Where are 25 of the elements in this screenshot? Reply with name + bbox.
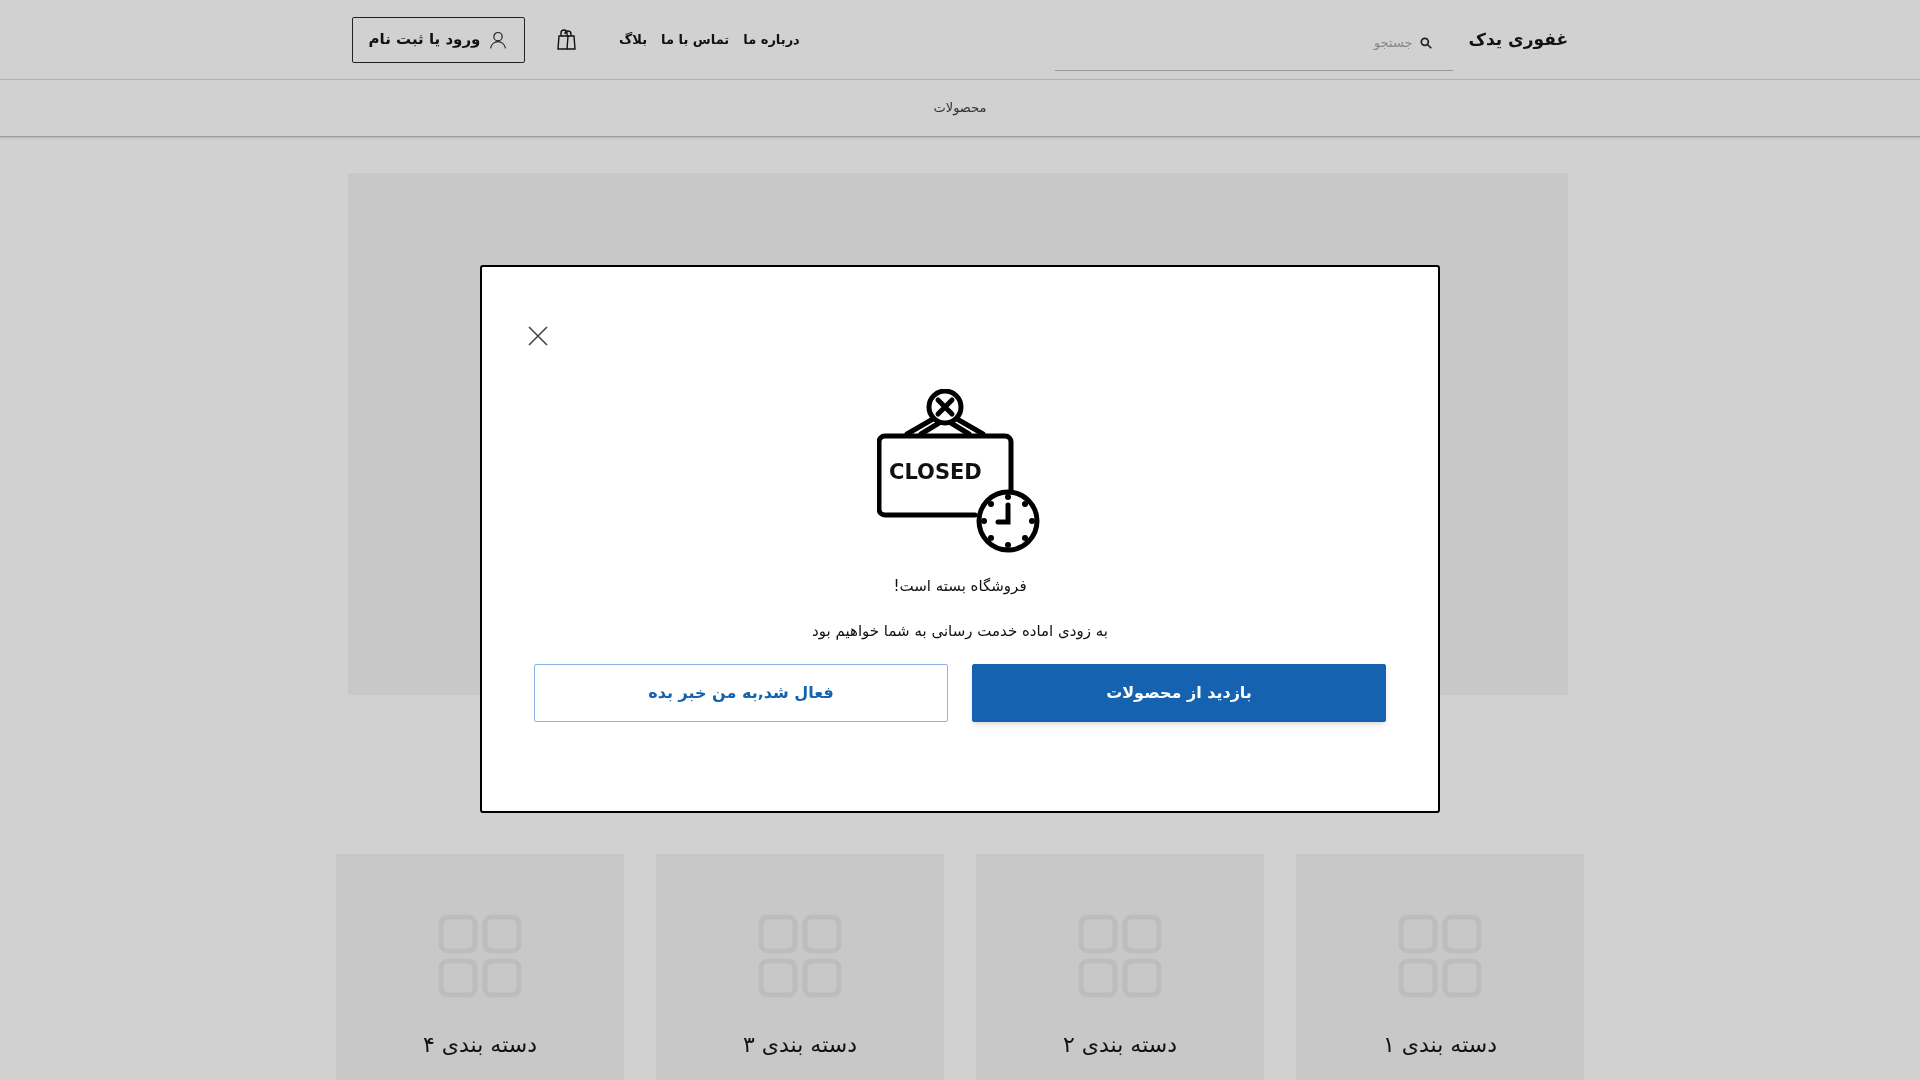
- category-label: دسته بندی ۳: [743, 1031, 857, 1059]
- user-icon: [488, 29, 509, 50]
- search-field[interactable]: جستجو: [1054, 24, 1453, 71]
- store-logo[interactable]: غفوری یدک: [1468, 26, 1568, 53]
- search-icon: [1418, 35, 1433, 50]
- dialog-title: فروشگاه بسته است!: [893, 576, 1027, 597]
- nav-link[interactable]: تماس با ما: [661, 29, 730, 50]
- category-label: دسته بندی ۲: [1063, 1031, 1177, 1059]
- close-icon: [527, 325, 549, 347]
- primary-button[interactable]: بازدید از محصولات: [972, 664, 1386, 722]
- close-button[interactable]: [526, 324, 550, 348]
- nav-link[interactable]: درباره ما: [743, 29, 800, 50]
- category-card[interactable]: دسته بندی ۱: [1296, 854, 1584, 1080]
- category-label: دسته بندی ۴: [423, 1031, 537, 1059]
- dialog-message: به زودی اماده خدمت رسانی به شما خواهیم بود: [812, 620, 1108, 642]
- sign-text: CLOSED: [889, 462, 982, 483]
- notify-button[interactable]: فعال شد,به من خبر بده: [534, 664, 948, 722]
- nav-link[interactable]: بلاگ: [619, 29, 648, 50]
- category-label: دسته بندی ۱: [1383, 1031, 1497, 1059]
- shopping-bag-icon[interactable]: [555, 27, 579, 52]
- category-card[interactable]: دسته بندی ۴: [336, 854, 624, 1080]
- category-card[interactable]: دسته بندی ۳: [656, 854, 944, 1080]
- category-card[interactable]: دسته بندی ۲: [976, 854, 1264, 1080]
- login-button[interactable]: ورود یا ثبت نام: [352, 16, 525, 63]
- subnav-link[interactable]: محصولات: [933, 98, 987, 118]
